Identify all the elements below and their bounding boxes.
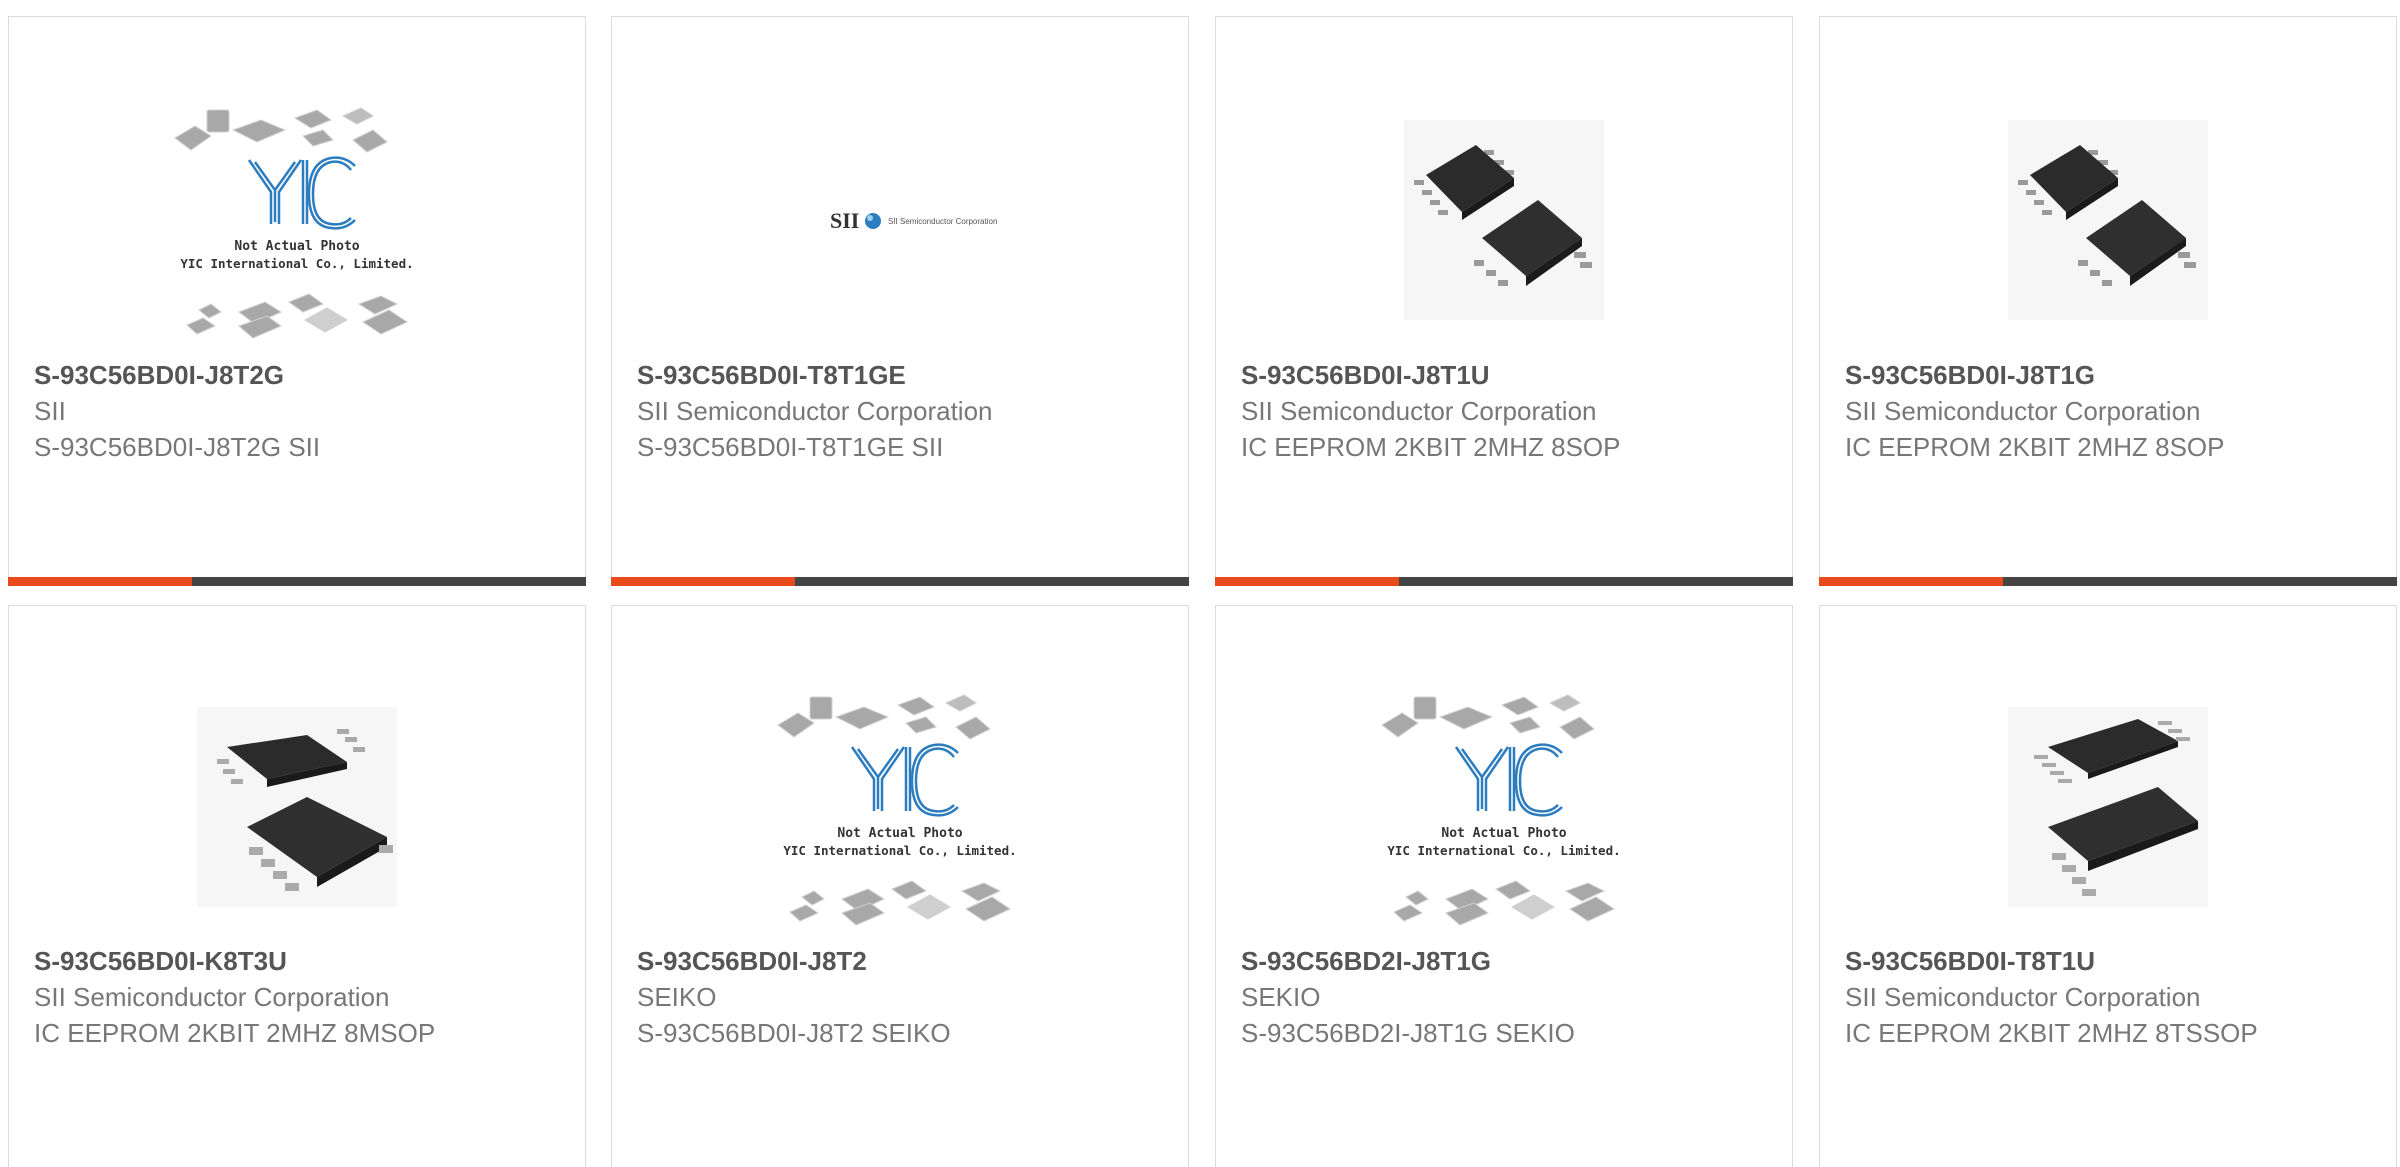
product-description: IC EEPROM 2KBIT 2MHZ 8SOP bbox=[1241, 432, 1621, 462]
product-manufacturer: SII Semiconductor Corporation bbox=[34, 982, 390, 1012]
product-info: S-93C56BD0I-K8T3U SII Semiconductor Corp… bbox=[34, 943, 565, 1051]
product-part-number[interactable]: S-93C56BD0I-T8T1GE bbox=[637, 357, 1168, 393]
card-accent-bar bbox=[1819, 577, 2003, 586]
card-bottom-bar bbox=[1819, 577, 2397, 586]
product-info: S-93C56BD0I-T8T1GE SII Semiconductor Cor… bbox=[637, 357, 1168, 465]
product-description: S-93C56BD0I-J8T2 SEIKO bbox=[637, 1018, 951, 1048]
product-card[interactable]: S-93C56BD0I-T8T1U SII Semiconductor Corp… bbox=[1819, 605, 2397, 1167]
product-card[interactable]: S-93C56BD0I-J8T2G SII S-93C56BD0I-J8T2G … bbox=[8, 16, 586, 586]
product-info: S-93C56BD2I-J8T1G SEKIO S-93C56BD2I-J8T1… bbox=[1241, 943, 1772, 1051]
card-accent-bar bbox=[8, 577, 192, 586]
card-bottom-bar bbox=[611, 577, 1189, 586]
card-bottom-bar bbox=[8, 577, 586, 586]
card-accent-bar bbox=[611, 577, 795, 586]
sop8-chip-icon[interactable] bbox=[1374, 85, 1634, 355]
product-info: S-93C56BD0I-T8T1U SII Semiconductor Corp… bbox=[1845, 943, 2376, 1051]
product-part-number[interactable]: S-93C56BD0I-J8T1U bbox=[1241, 357, 1772, 393]
msop8-chip-icon[interactable] bbox=[167, 672, 427, 942]
product-description: S-93C56BD0I-J8T2G SII bbox=[34, 432, 321, 462]
product-info: S-93C56BD0I-J8T1U SII Semiconductor Corp… bbox=[1241, 357, 1772, 465]
product-description: S-93C56BD0I-T8T1GE SII bbox=[637, 432, 944, 462]
yic-placeholder-icon[interactable] bbox=[770, 672, 1030, 942]
product-card[interactable]: SII SII Semiconductor Corporation S-93C5… bbox=[611, 16, 1189, 586]
yic-placeholder-icon[interactable] bbox=[167, 85, 427, 355]
sii-logo-icon[interactable]: SII SII Semiconductor Corporation bbox=[770, 85, 1030, 355]
product-description: IC EEPROM 2KBIT 2MHZ 8TSSOP bbox=[1845, 1018, 2258, 1048]
product-description: IC EEPROM 2KBIT 2MHZ 8SOP bbox=[1845, 432, 2225, 462]
card-accent-bar bbox=[1215, 577, 1399, 586]
product-manufacturer: SEIKO bbox=[637, 982, 717, 1012]
svg-text:SII Semiconductor Corporation: SII Semiconductor Corporation bbox=[888, 217, 997, 226]
product-description: IC EEPROM 2KBIT 2MHZ 8MSOP bbox=[34, 1018, 436, 1048]
product-manufacturer: SEKIO bbox=[1241, 982, 1321, 1012]
product-grid: S-93C56BD0I-J8T2G SII S-93C56BD0I-J8T2G … bbox=[0, 0, 2400, 1167]
product-part-number[interactable]: S-93C56BD0I-J8T2 bbox=[637, 943, 1168, 979]
product-manufacturer: SII Semiconductor Corporation bbox=[1241, 396, 1597, 426]
product-manufacturer: SII Semiconductor Corporation bbox=[637, 396, 993, 426]
yic-placeholder-icon[interactable] bbox=[1374, 672, 1634, 942]
product-info: S-93C56BD0I-J8T1G SII Semiconductor Corp… bbox=[1845, 357, 2376, 465]
product-info: S-93C56BD0I-J8T2G SII S-93C56BD0I-J8T2G … bbox=[34, 357, 565, 465]
product-part-number[interactable]: S-93C56BD0I-J8T2G bbox=[34, 357, 565, 393]
product-part-number[interactable]: S-93C56BD0I-K8T3U bbox=[34, 943, 565, 979]
product-card[interactable]: S-93C56BD0I-J8T2 SEIKO S-93C56BD0I-J8T2 … bbox=[611, 605, 1189, 1167]
product-card[interactable]: S-93C56BD0I-J8T1U SII Semiconductor Corp… bbox=[1215, 16, 1793, 586]
product-part-number[interactable]: S-93C56BD2I-J8T1G bbox=[1241, 943, 1772, 979]
product-part-number[interactable]: S-93C56BD0I-J8T1G bbox=[1845, 357, 2376, 393]
card-bottom-bar bbox=[1215, 577, 1793, 586]
product-part-number[interactable]: S-93C56BD0I-T8T1U bbox=[1845, 943, 2376, 979]
sop8-chip-icon[interactable] bbox=[1978, 85, 2238, 355]
product-description: S-93C56BD2I-J8T1G SEKIO bbox=[1241, 1018, 1575, 1048]
product-manufacturer: SII bbox=[34, 396, 66, 426]
product-manufacturer: SII Semiconductor Corporation bbox=[1845, 396, 2201, 426]
product-card[interactable]: S-93C56BD0I-K8T3U SII Semiconductor Corp… bbox=[8, 605, 586, 1167]
product-card[interactable]: S-93C56BD2I-J8T1G SEKIO S-93C56BD2I-J8T1… bbox=[1215, 605, 1793, 1167]
product-manufacturer: SII Semiconductor Corporation bbox=[1845, 982, 2201, 1012]
svg-text:SII: SII bbox=[830, 208, 859, 233]
tssop8-chip-icon[interactable] bbox=[1978, 672, 2238, 942]
product-info: S-93C56BD0I-J8T2 SEIKO S-93C56BD0I-J8T2 … bbox=[637, 943, 1168, 1051]
product-card[interactable]: S-93C56BD0I-J8T1G SII Semiconductor Corp… bbox=[1819, 16, 2397, 586]
